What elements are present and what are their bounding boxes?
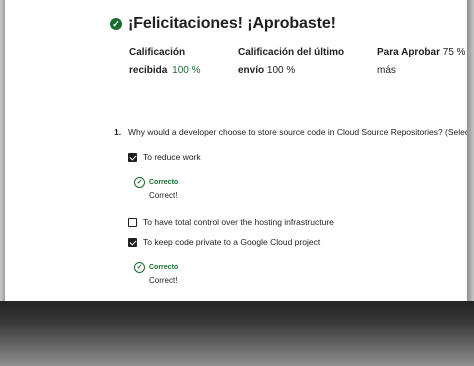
- checked-checkbox-icon[interactable]: [128, 152, 137, 162]
- answer-option-3[interactable]: To keep code private to a Google Cloud p…: [128, 236, 320, 248]
- last-submission-stat: Calificación del último envío 100 %: [238, 44, 368, 80]
- to-pass-value: 75 % o: [442, 47, 467, 58]
- question-number: 1.: [114, 127, 122, 137]
- check-circle-filled-icon: ✓: [110, 18, 122, 30]
- answer-feedback-1: ✓ Correcto Correct!: [134, 177, 334, 200]
- answer-option-1[interactable]: To reduce work: [128, 151, 201, 163]
- check-circle-outline-icon: ✓: [134, 177, 145, 188]
- feedback-text: Correct!: [149, 191, 178, 200]
- question-text: Why would a developer choose to store so…: [128, 127, 467, 137]
- feedback-header: ✓ Correcto: [134, 177, 334, 188]
- answer-option-label: To have total control over the hosting i…: [143, 217, 334, 227]
- last-submission-label-line-1: Calificación del último: [238, 47, 345, 58]
- page-title: ¡Felicitaciones! ¡Aprobaste!: [128, 15, 336, 32]
- quiz-result-card: ✓ ¡Felicitaciones! ¡Aprobaste! Calificac…: [5, 0, 467, 301]
- result-header: ✓ ¡Felicitaciones! ¡Aprobaste! Calificac…: [110, 15, 467, 76]
- feedback-status: Correcto: [149, 179, 179, 186]
- to-pass-stat: Para Aprobar 75 % o más: [377, 44, 467, 80]
- feedback-status: Correcto: [149, 264, 179, 271]
- last-submission-label-line-2: envío: [238, 65, 265, 76]
- answer-option-label: To keep code private to a Google Cloud p…: [143, 237, 321, 247]
- answer-option-2[interactable]: To have total control over the hosting i…: [128, 216, 334, 228]
- screen-edge-shadow: [0, 301, 474, 366]
- check-circle-outline-icon: ✓: [134, 262, 145, 273]
- to-pass-label: Para Aprobar: [377, 47, 440, 58]
- answer-option-label: To reduce work: [143, 152, 201, 162]
- feedback-header: ✓ Correcto: [134, 262, 334, 273]
- feedback-text: Correct!: [149, 276, 178, 285]
- grade-received-label-line-1: Calificación: [129, 47, 186, 58]
- answer-feedback-3: ✓ Correcto Correct!: [134, 262, 334, 285]
- grade-received-value: 100 %: [172, 65, 201, 76]
- checked-checkbox-icon[interactable]: [128, 237, 137, 247]
- last-submission-value: 100 %: [266, 65, 296, 76]
- grade-received-label-line-2: recibida: [129, 65, 168, 76]
- to-pass-value-line-2: más: [377, 65, 396, 76]
- grade-stats: Calificación recibida 100 % Calificación…: [129, 44, 467, 84]
- title-row: ✓ ¡Felicitaciones! ¡Aprobaste!: [110, 15, 467, 33]
- grade-received-stat: Calificación recibida 100 %: [129, 44, 227, 80]
- unchecked-checkbox-icon[interactable]: [128, 217, 137, 227]
